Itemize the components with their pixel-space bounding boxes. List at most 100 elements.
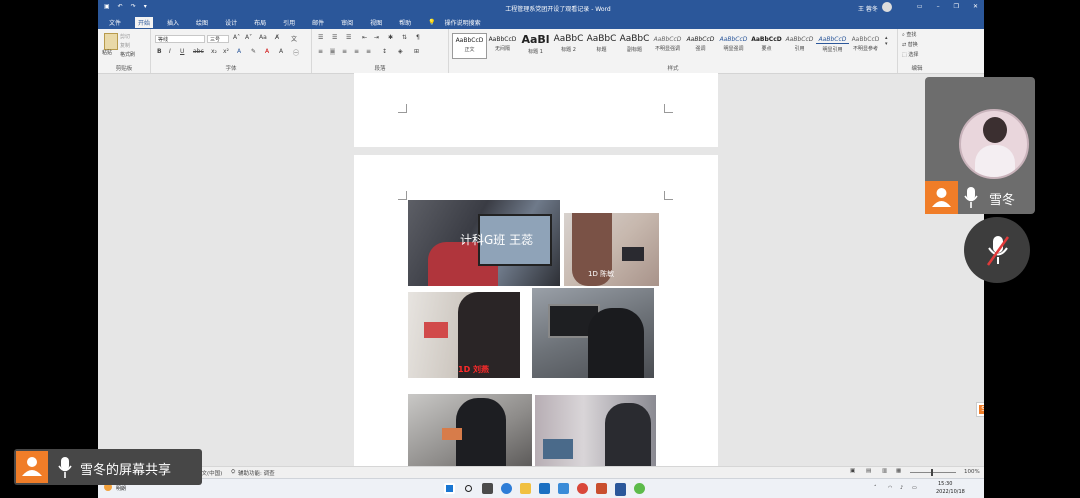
shading-icon[interactable]: ◈ [398,48,403,55]
replace-button[interactable]: ⇄ 替换 [902,41,918,48]
mute-toggle-button[interactable] [964,217,1030,283]
align-left-icon[interactable]: ≡ [318,48,323,55]
style-subtle-emphasis[interactable]: AaBbCcD 不明显强调 [651,33,684,57]
tab-view[interactable]: 视图 [367,17,385,28]
style-intense-quote[interactable]: AaBbCcD 明显引用 [816,33,849,57]
highlight-icon[interactable]: ✎ [251,48,256,55]
style-strong[interactable]: AaBbCcD 要点 [750,33,783,57]
clock-time[interactable]: 15:30 [938,481,952,487]
strikethrough-icon[interactable]: abc [193,48,204,55]
start-icon[interactable] [444,483,455,494]
font-name-select[interactable]: 等线 [155,35,205,43]
file-explorer-icon[interactable] [520,483,531,494]
style-subtle-reference[interactable]: AaBbCcD 不明显参考 [849,33,882,57]
minimize-icon[interactable]: – [937,3,940,10]
ime-toolbar[interactable]: S 中 ·, ☺ ⚲ ⌨ ✦ ▦ [976,402,984,417]
style-subtitle[interactable]: AaBbC 副标题 [618,33,651,57]
sort-icon[interactable]: ⇅ [402,34,407,41]
app-icon[interactable] [577,483,588,494]
italic-icon[interactable]: I [169,48,171,55]
clock-date[interactable]: 2022/10/18 [936,489,965,495]
style-intense-emphasis[interactable]: AaBbCcD 明显强调 [717,33,750,57]
restore-icon[interactable]: ❐ [954,3,959,10]
style-no-spacing[interactable]: AaBbCcD 无间隔 [486,33,519,57]
borders-icon[interactable]: ⊞ [414,48,419,55]
zoom-slider[interactable] [910,472,956,473]
style-normal[interactable]: AaBbCcD 正文 [452,33,487,59]
style-heading-2[interactable]: AaBbC 标题 2 [552,33,585,57]
superscript-icon[interactable]: x² [223,48,229,55]
style-emphasis[interactable]: AaBbCcD 强调 [684,33,717,57]
align-right-icon[interactable]: ≡ [342,48,347,55]
bullets-icon[interactable]: ☰ [318,34,323,41]
distributed-icon[interactable]: ≡ [366,48,371,55]
chinese-layout-icon[interactable]: ✱ [388,34,393,41]
wechat-icon[interactable] [634,483,645,494]
weather-text[interactable]: 明朗 [116,485,126,492]
participant-video-tile[interactable]: 雪冬 [925,77,1035,214]
ribbon-display-icon[interactable]: ▭ [917,3,923,10]
tab-review[interactable]: 审阅 [338,17,356,28]
cut-button[interactable]: 剪切 [120,33,130,40]
style-title[interactable]: AaBbC 标题 [585,33,618,57]
mail-icon[interactable] [558,483,569,494]
paste-icon[interactable] [104,33,118,50]
styles-scroll-icon[interactable]: ▴ ▾ [885,35,888,47]
grow-font-icon[interactable]: A˄ [233,34,240,41]
tab-help[interactable]: 帮助 [396,17,414,28]
tab-layout[interactable]: 布局 [251,17,269,28]
increase-indent-icon[interactable]: ⇥ [374,34,379,41]
format-painter-button[interactable]: 格式刷 [120,51,135,58]
wifi-icon[interactable]: ◠ [888,485,892,491]
phonetic-icon[interactable]: 文 [291,34,297,43]
tray-chevron-icon[interactable]: ˄ [874,485,877,491]
align-center-icon[interactable]: ≡ [330,48,336,55]
show-marks-icon[interactable]: ¶ [416,34,420,41]
volume-icon[interactable]: ♪ [900,485,903,491]
powerpoint-icon[interactable] [596,483,607,494]
redo-icon[interactable]: ↷ [131,3,136,10]
edge-icon[interactable] [501,483,512,494]
user-avatar[interactable] [882,2,892,12]
style-quote[interactable]: AaBbCcD 引用 [783,33,816,57]
tab-references[interactable]: 引用 [280,17,298,28]
char-shading-icon[interactable]: A [279,48,283,55]
decrease-indent-icon[interactable]: ⇤ [362,34,367,41]
save-icon[interactable]: ▣ [104,3,110,10]
line-spacing-icon[interactable]: ↕ [382,48,387,55]
undo-icon[interactable]: ↶ [118,3,123,10]
font-size-select[interactable]: 三号 [207,35,229,43]
customize-icon[interactable]: ▾ [144,3,147,10]
bold-icon[interactable]: B [157,48,162,55]
zoom-slider-thumb[interactable] [931,469,933,476]
enclose-char-icon[interactable]: ㊀ [293,48,299,57]
numbering-icon[interactable]: ☰ [332,34,337,41]
tab-insert[interactable]: 插入 [164,17,182,28]
font-color-icon[interactable]: A [265,48,269,55]
task-view-icon[interactable] [482,483,493,494]
clear-format-icon[interactable]: A̸ [275,34,279,41]
zoom-level[interactable]: 100% [964,469,980,475]
read-mode-icon[interactable]: ▤ [866,468,871,474]
copy-button[interactable]: 复制 [120,42,130,49]
find-button[interactable]: ⌕ 查找 [902,31,916,38]
tab-home[interactable]: 开始 [135,16,154,28]
tell-me-search[interactable]: 操作说明搜索 [442,17,484,28]
web-layout-icon[interactable]: ▦ [896,468,901,474]
focus-icon[interactable]: ▣ [850,468,855,474]
accessibility-status[interactable]: 辅助功能: 调查 [238,469,275,477]
shrink-font-icon[interactable]: A˅ [245,34,252,41]
select-button[interactable]: ⬚ 选择 [902,51,918,58]
subscript-icon[interactable]: x₂ [211,48,217,55]
battery-icon[interactable]: ▭ [912,485,917,491]
tab-design[interactable]: 设计 [222,17,240,28]
word-taskbar-icon[interactable] [615,483,626,496]
tab-file[interactable]: 文件 [106,17,124,28]
search-icon[interactable] [463,483,474,494]
multilevel-list-icon[interactable]: ☰ [346,34,351,41]
justify-icon[interactable]: ≡ [354,48,359,55]
change-case-icon[interactable]: Aa [259,34,267,41]
tab-draw[interactable]: 绘图 [193,17,211,28]
underline-icon[interactable]: U [180,48,184,55]
user-name[interactable]: 王 蓉冬 [858,4,878,13]
